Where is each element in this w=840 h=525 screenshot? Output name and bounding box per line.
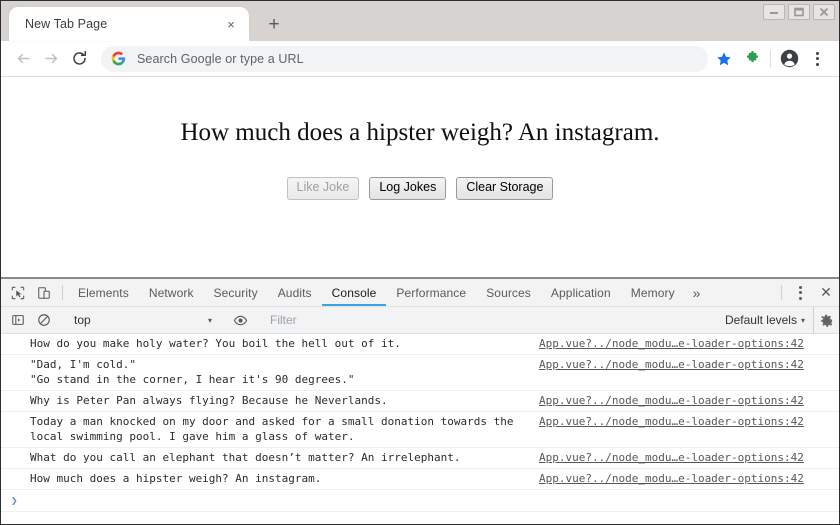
browser-toolbar: Search Google or type a URL: [1, 41, 839, 77]
console-sidebar-toggle-icon[interactable]: [5, 313, 31, 327]
devtools-close-button[interactable]: ✕: [813, 279, 839, 306]
devtools-settings-button[interactable]: [813, 307, 839, 333]
gear-icon: [821, 314, 833, 327]
address-bar[interactable]: Search Google or type a URL: [101, 45, 708, 72]
minimize-button[interactable]: [763, 4, 785, 20]
tab-memory[interactable]: Memory: [621, 279, 685, 306]
devtools-tab-bar: Elements Network Security Audits Console…: [1, 279, 839, 307]
inspect-element-icon[interactable]: [5, 279, 31, 306]
console-message[interactable]: How much does a hipster weigh? An instag…: [1, 469, 839, 490]
devtools-panel: Elements Network Security Audits Console…: [1, 277, 839, 524]
console-context-selector[interactable]: top ▾: [68, 313, 216, 327]
console-message-text: Why is Peter Pan always flying? Because …: [30, 394, 388, 407]
tab-strip: New Tab Page × +: [1, 1, 839, 41]
console-message-source-link[interactable]: App.vue?../node_modu…e-loader-options:42: [539, 450, 839, 465]
console-filter-input[interactable]: Filter: [264, 310, 717, 330]
tab-close-icon[interactable]: ×: [221, 14, 241, 34]
console-message-text: Today a man knocked on my door and asked…: [30, 415, 514, 443]
new-tab-button[interactable]: +: [259, 9, 289, 39]
profile-avatar-icon[interactable]: [775, 45, 803, 73]
toolbar-divider: [770, 49, 771, 68]
close-button[interactable]: [813, 4, 835, 20]
page-viewport: How much does a hipster weigh? An instag…: [1, 77, 839, 277]
console-message[interactable]: "Dad, I'm cold." "Go stand in the corner…: [1, 355, 839, 391]
joke-heading: How much does a hipster weigh? An instag…: [180, 119, 660, 146]
three-dots-icon: [798, 285, 802, 300]
console-message[interactable]: Today a man knocked on my door and asked…: [1, 412, 839, 448]
chevron-down-icon: ▾: [800, 315, 805, 325]
tab-application[interactable]: Application: [541, 279, 621, 306]
three-dots-icon: [815, 51, 819, 66]
google-logo-icon: [111, 51, 126, 66]
console-message-text: What do you call an elephant that doesn’…: [30, 451, 461, 464]
console-message-source-link[interactable]: App.vue?../node_modu…e-loader-options:42: [539, 336, 839, 351]
clear-storage-button[interactable]: Clear Storage: [456, 177, 554, 200]
console-log-levels-selector[interactable]: Default levels ▾: [725, 313, 813, 327]
tab-network[interactable]: Network: [139, 279, 204, 306]
console-message-source-link[interactable]: App.vue?../node_modu…e-loader-options:42: [539, 471, 839, 486]
console-prompt-row[interactable]: ❯: [1, 490, 839, 512]
console-message-list[interactable]: How do you make holy water? You boil the…: [1, 334, 839, 524]
log-jokes-button[interactable]: Log Jokes: [369, 177, 447, 200]
tab-sources[interactable]: Sources: [476, 279, 541, 306]
back-button[interactable]: [9, 45, 37, 73]
tab-audits[interactable]: Audits: [268, 279, 322, 306]
tab-security[interactable]: Security: [204, 279, 268, 306]
devtools-toolbar-divider: [62, 285, 63, 300]
console-message-source-link[interactable]: App.vue?../node_modu…e-loader-options:42: [539, 393, 839, 408]
joke-button-row: Like Joke Log Jokes Clear Storage: [1, 177, 839, 200]
device-toolbar-icon[interactable]: [31, 279, 57, 306]
console-message-source-link[interactable]: App.vue?../node_modu…e-loader-options:42: [539, 414, 839, 429]
tab-title: New Tab Page: [25, 17, 108, 31]
console-message-source-link[interactable]: App.vue?../node_modu…e-loader-options:42: [539, 357, 839, 372]
console-message[interactable]: What do you call an elephant that doesn’…: [1, 448, 839, 469]
bookmark-star-icon[interactable]: [710, 45, 738, 73]
console-filter-bar: top ▾ Filter Default levels ▾: [1, 307, 839, 334]
console-message-text: "Dad, I'm cold." "Go stand in the corner…: [30, 358, 355, 386]
tab-elements[interactable]: Elements: [68, 279, 139, 306]
more-tabs-icon[interactable]: »: [685, 279, 709, 306]
console-prompt-input[interactable]: [18, 493, 839, 508]
devtools-tabbar-divider-right: [781, 285, 782, 300]
reload-button[interactable]: [65, 45, 93, 73]
forward-button[interactable]: [37, 45, 65, 73]
log-levels-label: Default levels: [724, 313, 797, 327]
window-controls: [763, 4, 835, 20]
devtools-menu-button[interactable]: [787, 279, 813, 306]
console-message[interactable]: How do you make holy water? You boil the…: [1, 334, 839, 355]
live-expression-eye-icon[interactable]: [227, 313, 253, 328]
tab-performance[interactable]: Performance: [386, 279, 476, 306]
browser-tab-new-tab-page[interactable]: New Tab Page ×: [9, 7, 249, 41]
maximize-button[interactable]: [788, 4, 810, 20]
console-message-text: How do you make holy water? You boil the…: [30, 337, 401, 350]
browser-menu-button[interactable]: [803, 45, 831, 73]
clear-console-icon[interactable]: [31, 313, 57, 327]
chevron-down-icon: ▾: [207, 315, 212, 325]
address-bar-placeholder: Search Google or type a URL: [137, 51, 304, 66]
like-joke-button[interactable]: Like Joke: [286, 177, 360, 200]
console-message-text: How much does a hipster weigh? An instag…: [30, 472, 322, 485]
extensions-puzzle-icon[interactable]: [738, 45, 766, 73]
tab-console[interactable]: Console: [321, 279, 387, 306]
console-message[interactable]: Why is Peter Pan always flying? Because …: [1, 391, 839, 412]
devtools-tabbar-spacer: [708, 279, 776, 306]
console-prompt-arrow-icon: ❯: [11, 494, 18, 507]
browser-window: New Tab Page × + Search Google or type a…: [0, 0, 840, 525]
console-context-value: top: [74, 313, 91, 327]
